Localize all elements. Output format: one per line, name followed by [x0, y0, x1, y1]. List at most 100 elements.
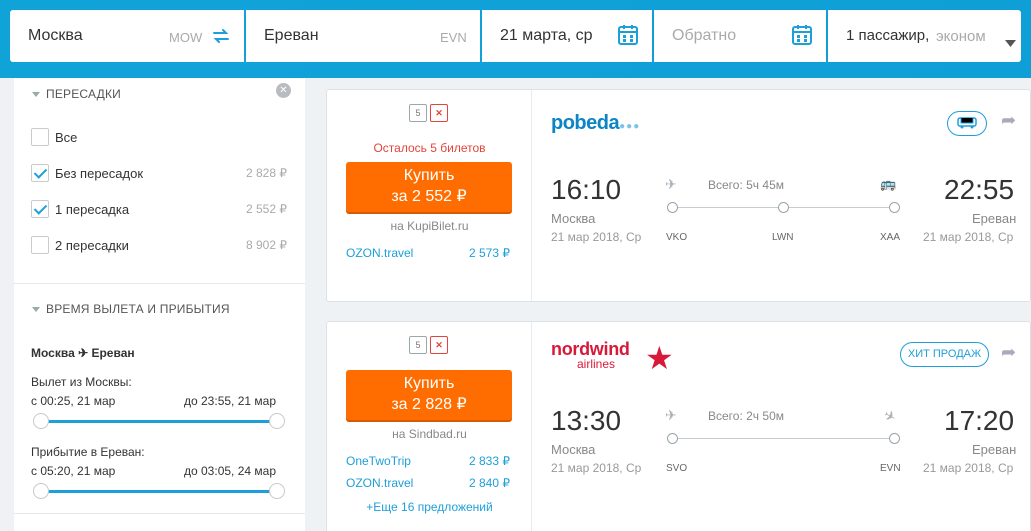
- reset-filter-icon[interactable]: ✕: [276, 83, 291, 98]
- origin-code: MOW: [169, 30, 203, 45]
- stops-option-direct[interactable]: Без пересадок 2 828 ₽: [31, 164, 287, 184]
- search-bar: Москва MOW Ереван EVN 21 марта, ср Обрат…: [0, 0, 1031, 78]
- ticket-card: 5 ✕ Осталось 5 билетов Купить за 2 552 ₽…: [326, 89, 1031, 302]
- departure-city: Москва: [551, 442, 596, 457]
- cabin-class: эконом: [936, 28, 986, 45]
- stop-dot: [667, 433, 678, 444]
- checkbox[interactable]: [31, 236, 49, 254]
- airport-code: EVN: [880, 463, 901, 474]
- calendar-icon: [618, 24, 638, 51]
- return-placeholder: Обратно: [672, 27, 737, 44]
- airline-logo: nordwind airlines ★: [551, 339, 674, 376]
- departure-from: с 00:25, 21 мар: [31, 394, 116, 408]
- agency-name[interactable]: на Sindbad.ru: [327, 427, 532, 441]
- no-baggage-icon: ✕: [430, 104, 448, 122]
- share-icon[interactable]: ➦: [1001, 342, 1016, 363]
- ticket-card: 5 ✕ Купить за 2 828 ₽ на Sindbad.ru OneT…: [326, 321, 1031, 531]
- alt-agency-price[interactable]: 2 573 ₽: [469, 246, 510, 260]
- bestseller-badge: ХИТ ПРОДАЖ: [900, 342, 989, 367]
- arrival-from: с 05:20, 21 мар: [31, 464, 116, 478]
- hand-luggage-icon: 5: [409, 336, 427, 354]
- arrival-to: до 03:05, 24 мар: [184, 464, 276, 478]
- departure-label: Вылет из Москвы:: [31, 375, 132, 389]
- time-filter-title[interactable]: ВРЕМЯ ВЫЛЕТА И ПРИБЫТИЯ: [32, 302, 230, 316]
- arrival-city: Ереван: [972, 442, 1017, 457]
- airport-code: XAA: [880, 232, 901, 243]
- stop-dot: [667, 202, 678, 213]
- airport-code: SVO: [666, 463, 688, 474]
- origin-city: Москва: [28, 27, 83, 44]
- slider-handle-end[interactable]: [269, 413, 285, 429]
- divider: [14, 513, 305, 514]
- arrival-date: 21 мар 2018, Ср: [923, 461, 1014, 475]
- collapse-icon: [32, 307, 40, 313]
- arrival-date: 21 мар 2018, Ср: [923, 230, 1014, 244]
- hand-luggage-icon: 5: [409, 104, 427, 122]
- checkbox[interactable]: [31, 200, 49, 218]
- alt-agency-price[interactable]: 2 833 ₽: [469, 454, 510, 468]
- collapse-icon: [32, 92, 40, 98]
- slider-handle-end[interactable]: [269, 483, 285, 499]
- stops-filter-title[interactable]: ПЕРЕСАДКИ: [32, 87, 121, 101]
- stops-option-two[interactable]: 2 пересадки 8 902 ₽: [31, 236, 287, 256]
- departure-time: 13:30: [551, 405, 622, 436]
- destination-code: EVN: [440, 30, 467, 45]
- flight-duration: Всего: 2ч 50м: [708, 409, 784, 423]
- stops-option-one[interactable]: 1 пересадка 2 552 ₽: [31, 200, 287, 220]
- slider-handle-start[interactable]: [33, 413, 49, 429]
- stop-dot: [778, 202, 789, 213]
- buy-button[interactable]: Купить за 2 552 ₽: [346, 162, 512, 212]
- departure-time: 16:10: [551, 174, 622, 205]
- destination-field[interactable]: Ереван EVN: [246, 10, 480, 62]
- bus-icon: 🚌: [880, 176, 897, 191]
- ticket-offer: 5 ✕ Осталось 5 билетов Купить за 2 552 ₽…: [327, 90, 532, 301]
- baggage-info: 5 ✕: [409, 336, 448, 354]
- alt-agency-price[interactable]: 2 840 ₽: [469, 476, 510, 490]
- alt-agency-name[interactable]: OneTwoTrip: [346, 454, 411, 468]
- slider-handle-start[interactable]: [33, 483, 49, 499]
- origin-field[interactable]: Москва MOW: [10, 10, 244, 62]
- airport-code: LWN: [772, 232, 794, 243]
- ticket-offer: 5 ✕ Купить за 2 828 ₽ на Sindbad.ru OneT…: [327, 322, 532, 531]
- passengers-field[interactable]: 1 пассажир, эконом: [828, 10, 1021, 62]
- stops-option-all[interactable]: Все: [31, 128, 287, 148]
- departure-slider[interactable]: [41, 420, 277, 423]
- landing-icon: ✈: [881, 406, 900, 426]
- more-offers-link[interactable]: +Еще 16 предложений: [327, 500, 532, 514]
- swap-icon[interactable]: [211, 26, 231, 51]
- airline-logo: pobeda●●●: [551, 112, 641, 134]
- stop-dot: [889, 433, 900, 444]
- departure-date: 21 мар 2018, Ср: [551, 461, 642, 475]
- calendar-icon: [792, 24, 812, 51]
- no-baggage-icon: ✕: [430, 336, 448, 354]
- tickets-left: Осталось 5 билетов: [373, 141, 486, 155]
- alt-agency-name[interactable]: OZON.travel: [346, 476, 413, 490]
- alt-agency-name[interactable]: OZON.travel: [346, 246, 413, 260]
- buy-button[interactable]: Купить за 2 828 ₽: [346, 370, 512, 420]
- arrival-city: Ереван: [972, 211, 1017, 226]
- checkbox[interactable]: [31, 164, 49, 182]
- passengers-count: 1 пассажир,: [846, 27, 930, 44]
- star-icon: ★: [645, 340, 674, 376]
- arrival-slider[interactable]: [41, 490, 277, 493]
- agency-name[interactable]: на KupiBilet.ru: [327, 219, 532, 233]
- baggage-info: 5 ✕: [409, 104, 448, 122]
- depart-date: 21 марта, ср: [500, 27, 593, 44]
- arrival-time: 17:20: [944, 405, 1015, 436]
- airport-code: VKO: [666, 232, 688, 243]
- departure-city: Москва: [551, 211, 596, 226]
- stop-dot: [889, 202, 900, 213]
- bus-icon: [947, 111, 987, 136]
- depart-date-field[interactable]: 21 марта, ср: [482, 10, 652, 62]
- arrival-label: Прибытие в Ереван:: [31, 445, 145, 459]
- return-date-field[interactable]: Обратно: [654, 10, 826, 62]
- share-icon[interactable]: ➦: [1001, 110, 1016, 131]
- departure-to: до 23:55, 21 мар: [184, 394, 276, 408]
- departure-date: 21 мар 2018, Ср: [551, 230, 642, 244]
- route-line: [672, 438, 895, 439]
- checkbox[interactable]: [31, 128, 49, 146]
- filters-sidebar: ПЕРЕСАДКИ ✕ Все Без пересадок 2 828 ₽ 1 …: [14, 78, 305, 531]
- divider: [14, 283, 305, 284]
- chevron-down-icon: [1005, 34, 1016, 52]
- destination-city: Ереван: [264, 27, 319, 44]
